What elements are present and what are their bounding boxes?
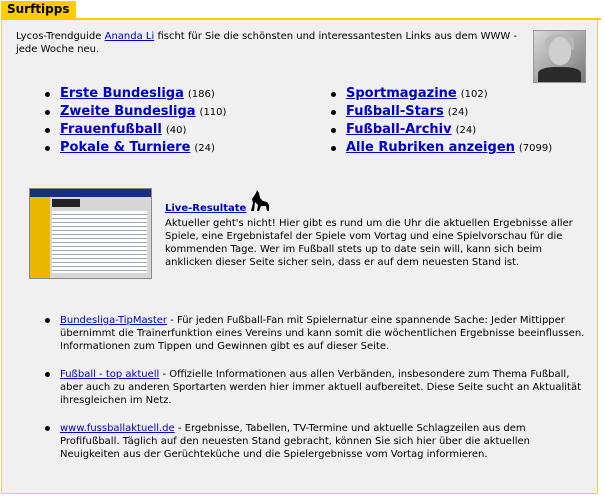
tip-link[interactable]: Bundesliga-TipMaster — [60, 315, 167, 326]
category-link[interactable]: Zweite Bundesliga — [60, 104, 196, 119]
tip-item: Fußball - top aktuell - Offizielle Infor… — [45, 368, 585, 407]
trendguide-link[interactable]: Ananda Li — [105, 31, 155, 42]
category-item: Erste Bundesliga (186) — [45, 85, 226, 103]
category-link[interactable]: Pokale & Turniere — [60, 140, 190, 155]
category-count: (110) — [199, 107, 227, 118]
category-link[interactable]: Sportmagazine — [346, 86, 457, 101]
category-item: Frauenfußball (40) — [45, 121, 226, 139]
category-list-right: Sportmagazine (102) Fußball-Stars (24) Fuß… — [331, 85, 552, 157]
category-count: (40) — [165, 125, 187, 136]
category-link[interactable]: Fußball-Archiv — [346, 122, 452, 137]
section-tab: Surftipps — [1, 1, 76, 18]
tip-links-list: Bundesliga-TipMaster - Für jeden Fußball… — [45, 314, 585, 476]
category-link[interactable]: Fußball-Stars — [346, 104, 444, 119]
section-title: Surftipps — [7, 2, 70, 16]
intro-before: Lycos-Trendguide — [16, 31, 105, 42]
category-item: Fußball-Stars (24) — [331, 103, 552, 121]
live-resultate-link[interactable]: Live-Resultate — [165, 203, 246, 214]
category-count: (24) — [194, 143, 215, 154]
category-count: (24) — [455, 125, 477, 136]
category-list-left: Erste Bundesliga (186) Zweite Bundesliga(… — [45, 85, 226, 157]
category-link[interactable]: Frauenfußball — [60, 122, 162, 137]
tip-link[interactable]: www.fussballaktuell.de — [60, 423, 175, 434]
live-resultate-screenshot[interactable] — [29, 188, 152, 279]
category-item: Pokale & Turniere (24) — [45, 139, 226, 157]
category-count: (24) — [447, 107, 469, 118]
category-link[interactable]: Alle Rubriken anzeigen — [346, 140, 515, 155]
tip-item: Bundesliga-TipMaster - Für jeden Fußball… — [45, 314, 585, 353]
category-item: Fußball-Archiv (24) — [331, 121, 552, 139]
intro-text: Lycos-Trendguide Ananda Li fischt für Si… — [16, 30, 526, 56]
live-resultate-description: Aktueller geht's nicht! Hier gibt es run… — [165, 218, 573, 268]
category-count: (7099) — [518, 143, 553, 154]
category-item: Zweite Bundesliga (110) — [45, 103, 226, 121]
tip-link[interactable]: Fußball - top aktuell — [60, 369, 159, 380]
category-item: Sportmagazine (102) — [331, 85, 552, 103]
trendguide-portrait — [533, 30, 586, 83]
tip-item: www.fussballaktuell.de - Ergebnisse, Tab… — [45, 422, 585, 461]
lycos-dog-icon — [251, 190, 269, 211]
category-count: (186) — [187, 89, 215, 100]
category-item: Alle Rubriken anzeigen (7099) — [331, 139, 552, 157]
category-count: (102) — [460, 89, 488, 100]
category-link[interactable]: Erste Bundesliga — [60, 86, 184, 101]
